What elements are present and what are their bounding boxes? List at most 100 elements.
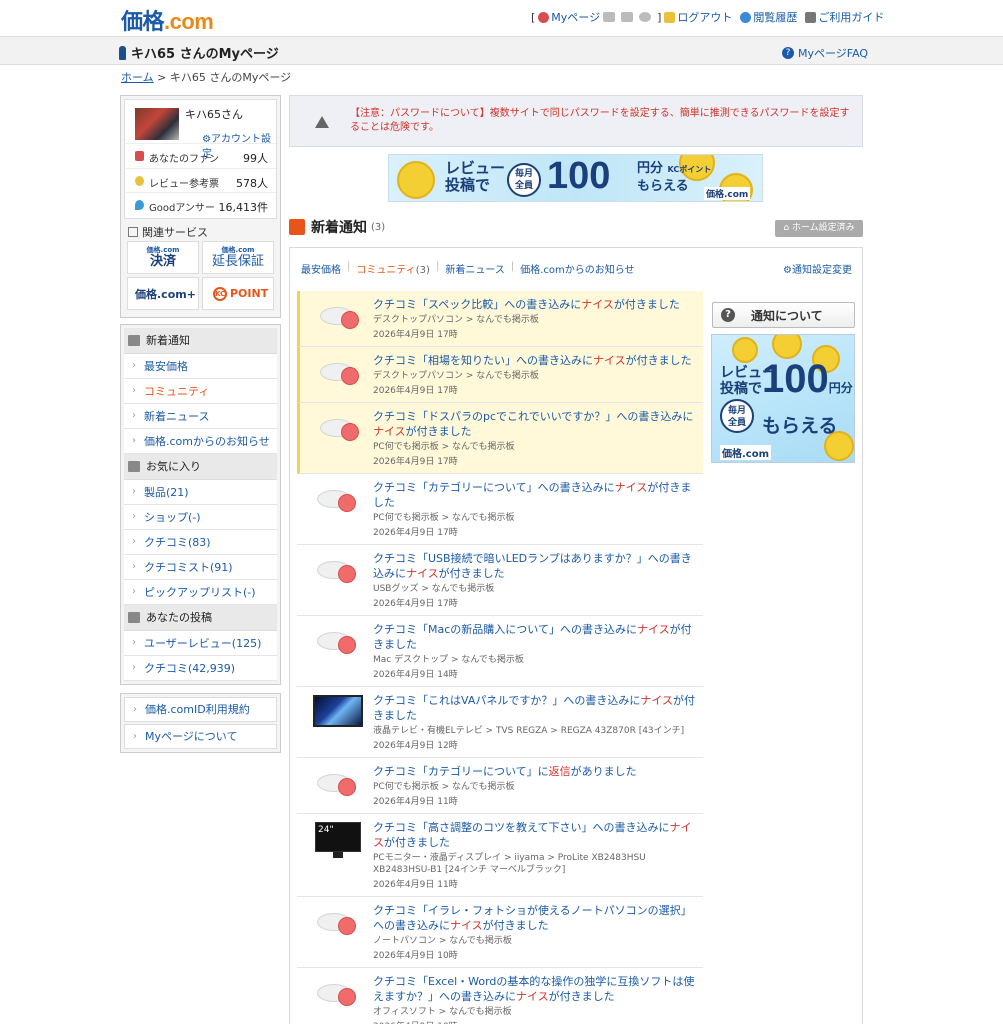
kuchikomi-icon: [316, 355, 364, 391]
nav-item-my-kuchikomi[interactable]: › クチコミ(42,939): [124, 655, 277, 681]
notification-date: 2026年4月9日 17時: [373, 330, 458, 340]
avatar[interactable]: [135, 108, 179, 140]
top-bar: 価格.com [ Myページ ] ログアウト 閲覧履歴 ご利用ガイド: [0, 0, 1003, 36]
tab-community[interactable]: コミュニティ(3): [356, 261, 430, 276]
review-campaign-banner[interactable]: レビュー 投稿で 毎月 全員 100 円分 KCポイント もらえる 価格.com: [388, 154, 763, 202]
notification-item[interactable]: クチコミ「スペック比較」への書き込みにナイスが付きました デスクトップパソコン >…: [297, 291, 703, 347]
monitor-stand: [333, 852, 343, 858]
notification-item[interactable]: クチコミ「相場を知りたい」への書き込みにナイスが付きました デスクトップパソコン …: [297, 347, 703, 403]
related-services: 価格.com 決済 価格.com 延長保証 価格.com+ KC POINT: [124, 240, 277, 314]
notification-item[interactable]: クチコミ「カテゴリーについて」に返信がありました PC何でも掲示板 > なんでも掲…: [297, 758, 703, 814]
about-mypage-link[interactable]: › Myページについて: [124, 723, 277, 749]
notification-date: 2026年4月9日 17時: [373, 528, 458, 538]
logout-link[interactable]: ログアウト: [664, 9, 732, 25]
notification-category[interactable]: ノートパソコン > なんでも掲示板: [373, 935, 699, 947]
notification-item[interactable]: 24" クチコミ「高さ調整のコツを教えて下さい」への書き込みにナイスが付きました P…: [297, 814, 703, 897]
nav-item-kuchikomist[interactable]: › クチコミスト(91): [124, 554, 277, 580]
guide-link[interactable]: ご利用ガイド: [805, 9, 884, 25]
site-logo[interactable]: 価格.com: [121, 4, 214, 36]
nav-item-shops[interactable]: › ショップ(-): [124, 504, 277, 530]
fan-icon: [135, 151, 144, 161]
nav-item-products[interactable]: › 製品(21): [124, 479, 277, 505]
mypage-link[interactable]: Myページ: [538, 9, 600, 25]
kuchikomi-icon: [316, 299, 364, 335]
notification-category[interactable]: PC何でも掲示板 > なんでも掲示板: [373, 441, 699, 453]
nav-item-community[interactable]: › コミュニティ: [124, 378, 277, 404]
notification-title[interactable]: クチコミ「カテゴリーについて」への書き込みにナイスが付きました: [373, 480, 699, 510]
tv-thumbnail: [313, 695, 363, 731]
notification-title[interactable]: クチコミ「USB接続で暗いLEDランプはありますか？」への書き込みにナイスが付き…: [373, 551, 699, 581]
kc-point-service[interactable]: KC POINT: [202, 276, 274, 310]
password-warning: 【注意：パスワードについて】複数サイトで同じパスワードを設定する、簡単に推測でき…: [289, 95, 863, 147]
side-campaign-ad[interactable]: レビュー 投稿で 100円分 毎月 全員 もらえる 価格.com: [711, 334, 855, 463]
nav-box: 新着通知 › 最安価格 › コミュニティ › 新着ニュース › 価格.comからのお知ら…: [120, 323, 281, 685]
smiley-face-icon: [338, 778, 356, 796]
profile-box: キハ65さん ⚙アカウント設定 あなたのファン 99人 レビュー参考票 578人…: [120, 95, 281, 318]
notification-category[interactable]: オフィスソフト > なんでも掲示板: [373, 1006, 699, 1018]
nav-item-kuchikomi[interactable]: › クチコミ(83): [124, 529, 277, 555]
bell-icon: [128, 334, 140, 346]
notification-title[interactable]: クチコミ「ドスパラのpcでこれでいいですか？」への書き込みにナイスが付きました: [373, 409, 699, 439]
tab-news[interactable]: 新着ニュース: [445, 261, 505, 276]
notification-category[interactable]: 液晶テレビ・有機ELテレビ > TVS REGZA > REGZA 43Z870…: [373, 725, 699, 737]
list-icon[interactable]: [621, 12, 634, 22]
notification-title[interactable]: クチコミ「これはVAパネルですか？」への書き込みにナイスが付きました: [373, 693, 699, 723]
nav-item-announcements[interactable]: › 価格.comからのお知らせ: [124, 428, 277, 454]
notification-settings-link[interactable]: ⚙通知設定変更: [783, 261, 852, 276]
notification-title[interactable]: クチコミ「イラレ・フォトショが使えるノートパソコンの選択」への書き込みにナイスが…: [373, 903, 699, 933]
nav-item-news[interactable]: › 新着ニュース: [124, 403, 277, 429]
notification-item[interactable]: クチコミ「これはVAパネルですか？」への書き込みにナイスが付きました液晶テレビ・…: [297, 687, 703, 758]
notification-category[interactable]: デスクトップパソコン > なんでも掲示板: [373, 314, 699, 326]
nav-item-lowest-price[interactable]: › 最安価格: [124, 353, 277, 379]
notification-title[interactable]: クチコミ「高さ調整のコツを教えて下さい」への書き込みにナイスが付きました: [373, 820, 699, 850]
kessai-service[interactable]: 価格.com 決済: [127, 240, 199, 274]
notification-category[interactable]: USBグッズ > なんでも掲示板: [373, 583, 699, 595]
notification-title[interactable]: クチコミ「カテゴリーについて」に返信がありました: [373, 764, 699, 779]
coin-icon: [772, 335, 802, 359]
notification-item[interactable]: クチコミ「カテゴリーについて」への書き込みにナイスが付きました PC何でも掲示板 …: [297, 474, 703, 545]
ad-badge: 毎月 全員: [720, 399, 754, 433]
warning-triangle-icon: [315, 116, 329, 128]
notification-category[interactable]: PC何でも掲示板 > なんでも掲示板: [373, 512, 699, 524]
notification-category[interactable]: デスクトップパソコン > なんでも掲示板: [373, 370, 699, 382]
stat-fans: あなたのファン 99人: [125, 144, 276, 169]
related-services-title: 関連サービス: [124, 218, 277, 241]
smiley-face-icon: [338, 565, 356, 583]
notification-category[interactable]: Mac デスクトップ > なんでも掲示板: [373, 654, 699, 666]
coin-icon: [397, 161, 435, 199]
notification-title[interactable]: クチコミ「Macの新品購入について」への書き込みにナイスが付きました: [373, 622, 699, 652]
terms-link[interactable]: › 価格.comID利用規約: [124, 696, 277, 722]
faq-link[interactable]: ? MyページFAQ: [782, 45, 868, 61]
notification-item[interactable]: クチコミ「Macの新品購入について」への書き込みにナイスが付きました Mac デス…: [297, 616, 703, 687]
notification-category[interactable]: PC何でも掲示板 > なんでも掲示板: [373, 781, 699, 793]
kakaku-plus-service[interactable]: 価格.com+: [127, 276, 199, 310]
tab-lowest-price[interactable]: 最安価格: [301, 261, 341, 276]
section-title: 新着通知 (3): [289, 217, 385, 237]
ad-logo: 価格.com: [720, 445, 772, 460]
warning-text[interactable]: 【注意：パスワードについて】複数サイトで同じパスワードを設定する、簡単に推測でき…: [350, 107, 850, 135]
encho-hosho-service[interactable]: 価格.com 延長保証: [202, 240, 274, 274]
breadcrumb-home[interactable]: ホーム: [121, 71, 154, 84]
notification-item[interactable]: クチコミ「ドスパラのpcでこれでいいですか？」への書き込みにナイスが付きました P…: [297, 403, 703, 474]
nav-item-pickup-list[interactable]: › ピックアップリスト(-): [124, 579, 277, 605]
kuchikomi-icon: [316, 411, 364, 447]
history-link[interactable]: 閲覧履歴: [740, 9, 797, 25]
kc-icon: KC: [213, 286, 227, 301]
notification-title[interactable]: クチコミ「スペック比較」への書き込みにナイスが付きました: [373, 297, 699, 312]
notification-category[interactable]: PCモニター・液晶ディスプレイ > iiyama > ProLite XB248…: [373, 852, 699, 876]
monitor-thumbnail: 24": [313, 822, 361, 858]
breadcrumb: ホーム > キハ65 さんのMyページ: [121, 71, 292, 84]
about-notifications-button[interactable]: ? 通知について: [712, 302, 855, 328]
nav-item-user-reviews[interactable]: › ユーザーレビュー(125): [124, 630, 277, 656]
kuchikomi-icon: [313, 482, 361, 518]
chat-icon[interactable]: [639, 12, 652, 22]
notification-item[interactable]: クチコミ「Excel・Wordの基本的な操作の独学に互換ソフトは使えますか？」へ…: [297, 968, 703, 1024]
notification-item[interactable]: クチコミ「USB接続で暗いLEDランプはありますか？」への書き込みにナイスが付き…: [297, 545, 703, 616]
notification-title[interactable]: クチコミ「Excel・Wordの基本的な操作の独学に互換ソフトは使えますか？」へ…: [373, 974, 699, 1004]
notification-title[interactable]: クチコミ「相場を知りたい」への書き込みにナイスが付きました: [373, 353, 699, 368]
home-set-button[interactable]: ⌂ ホーム設定済み: [775, 220, 863, 237]
notification-item[interactable]: クチコミ「イラレ・フォトショが使えるノートパソコンの選択」への書き込みにナイスが…: [297, 897, 703, 968]
tab-announcements[interactable]: 価格.comからのお知らせ: [520, 261, 634, 276]
sub-header: キハ65 さんのMyページ ? MyページFAQ: [0, 36, 1003, 65]
warning-icon[interactable]: [603, 12, 616, 22]
